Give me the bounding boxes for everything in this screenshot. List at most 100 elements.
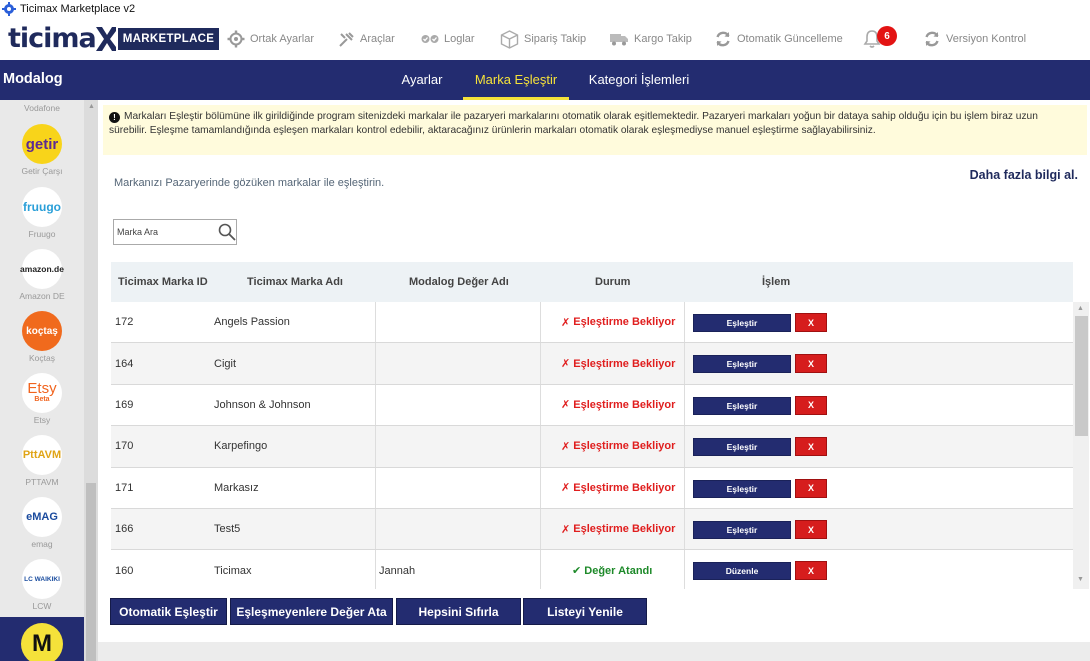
remove-button[interactable]: X: [795, 395, 827, 415]
remove-button[interactable]: X: [795, 437, 827, 457]
remove-button[interactable]: X: [795, 520, 827, 539]
toolbar-label: Sipariş Takip: [524, 33, 587, 45]
table-scrollbar[interactable]: ▲ ▼: [1073, 302, 1089, 589]
cell-id: 166: [115, 523, 134, 536]
toolbar-siparis-takip[interactable]: Sipariş Takip: [500, 18, 586, 60]
toolbar-otomatik-guncelleme[interactable]: Otomatik Güncelleme: [714, 18, 843, 60]
match-button[interactable]: Eşleştir: [693, 521, 791, 539]
sidebar-item-lcw[interactable]: LC WAIKIKI LCW: [0, 559, 84, 611]
toolbar-label: Versiyon Kontrol: [946, 33, 1027, 45]
toolbar-versiyon-kontrol[interactable]: Versiyon Kontrol: [923, 18, 1026, 60]
sidebar-item-etsy[interactable]: Etsy Beta Etsy: [0, 373, 84, 425]
page-subtitle: Markanızı Pazaryerinde gözüken markalar …: [114, 177, 385, 189]
table-row: 169 Johnson & Johnson ✗ Eşleştirme Bekli…: [111, 384, 1073, 427]
edit-button[interactable]: Düzenle: [693, 562, 791, 581]
remove-button[interactable]: X: [795, 313, 827, 332]
toolbar-ortak-ayarlar[interactable]: Ortak Ayarlar: [227, 18, 314, 60]
cell-divider: [684, 343, 685, 384]
etsy-logo-text: Etsy: [27, 380, 57, 397]
scroll-down-icon[interactable]: ▼: [1077, 576, 1084, 583]
sidebar-item-vodafone[interactable]: Vodafone: [0, 103, 84, 113]
sidebar-item-getir[interactable]: getir Getir Çarşı: [0, 124, 84, 176]
truck-icon: [610, 34, 628, 46]
pttavm-logo: PttAVM: [22, 435, 62, 475]
cell-divider: [684, 509, 685, 550]
sidebar-item-label: Getir Çarşı: [21, 166, 63, 176]
remove-button[interactable]: X: [795, 561, 827, 581]
cell-brand-name: Cigit: [214, 357, 237, 370]
status-text: Eşleştirme Bekliyor: [573, 440, 676, 453]
cell-divider: [684, 467, 685, 508]
cell-divider: [375, 467, 376, 508]
sidebar-scroll-thumb[interactable]: [86, 483, 96, 661]
toolbar-araclar[interactable]: Araçlar: [338, 18, 395, 60]
info-text: Markaları Eşleştir bölümüne ilk girildiğ…: [109, 111, 1038, 136]
cell-status: ✗ Eşleştirme Bekliyor: [561, 509, 675, 549]
sidebar-item-label: LCW: [32, 601, 52, 611]
footer-band: [98, 642, 1090, 661]
cell-id: 171: [115, 481, 134, 494]
match-button[interactable]: Eşleştir: [693, 396, 791, 415]
active-tab-indicator: [463, 97, 569, 100]
cell-divider: [540, 509, 541, 550]
cell-divider: [375, 509, 376, 550]
getir-logo: getir: [22, 124, 62, 164]
sidebar-item-emag[interactable]: eMAG emag: [0, 497, 84, 549]
cell-divider: [540, 550, 541, 589]
brand-search-input[interactable]: [117, 224, 215, 240]
tools-icon: [339, 31, 354, 47]
header-brand-name: Ticimax Marka Adı: [247, 276, 343, 288]
cross-icon: ✗: [561, 399, 574, 412]
status-text: Eşleştirme Bekliyor: [573, 481, 676, 494]
cell-id: 160: [115, 564, 134, 577]
sidebar-item-label: Fruugo: [28, 229, 56, 239]
tab-marka-eslestir[interactable]: Marka Eşleştir: [463, 60, 569, 100]
match-button[interactable]: Eşleştir: [693, 355, 791, 374]
reset-all-button[interactable]: Hepsini Sıfırla: [396, 598, 521, 625]
cell-divider: [684, 384, 685, 426]
tab-kategori-islemleri[interactable]: Kategori İşlemleri: [580, 60, 698, 100]
cell-status: ✗ Eşleştirme Bekliyor: [561, 426, 675, 466]
toolbar-loglar[interactable]: Loglar: [421, 18, 475, 60]
marketplace-sidebar: ▲ Vodafone getir Getir Çarşı fruugo Fruu…: [0, 100, 98, 661]
toolbar-label: Kargo Takip: [634, 33, 692, 45]
toolbar-label: Loglar: [444, 33, 475, 45]
logo-x-icon: [95, 27, 116, 51]
sidebar-item-label: Koçtaş: [29, 353, 55, 363]
search-icon[interactable]: [218, 223, 236, 246]
cell-brand-name: Johnson & Johnson: [214, 398, 311, 411]
logo-marketplace-badge: MARKETPLACE: [117, 28, 220, 50]
table-row: 166 Test5 ✗ Eşleştirme Bekliyor Eşleştir…: [111, 509, 1073, 551]
amazon-logo: amazon.de: [20, 249, 64, 289]
cell-value-name: Jannah: [379, 564, 416, 577]
more-info-link[interactable]: Daha fazla bilgi al.: [970, 168, 1078, 182]
sidebar-item-koctas[interactable]: koçtaş Koçtaş: [0, 311, 84, 363]
header-action: İşlem: [762, 276, 791, 288]
table-header: Ticimax Marka ID Ticimax Marka Adı Modal…: [111, 262, 1073, 302]
match-button[interactable]: Eşleştir: [693, 314, 791, 332]
tab-ayarlar[interactable]: Ayarlar: [392, 60, 452, 100]
scroll-up-icon[interactable]: ▲: [1077, 305, 1084, 312]
sidebar-item-fruugo[interactable]: fruugo Fruugo: [0, 187, 84, 239]
fruugo-logo: fruugo: [22, 187, 62, 227]
sidebar-item-amazon-de[interactable]: amazon.de Amazon DE: [0, 249, 84, 301]
match-button[interactable]: Eşleştir: [693, 479, 791, 498]
toolbar-kargo-takip[interactable]: Kargo Takip: [609, 18, 692, 60]
cell-divider: [540, 467, 541, 508]
sidebar-item-pttavm[interactable]: PttAVM PTTAVM: [0, 435, 84, 487]
toolbar-label: Otomatik Güncelleme: [737, 33, 843, 45]
remove-button[interactable]: X: [795, 354, 827, 374]
table-scroll-thumb[interactable]: [1075, 316, 1088, 436]
cell-divider: [540, 343, 541, 384]
cell-divider: [540, 302, 541, 343]
auto-match-button[interactable]: Otomatik Eşleştir: [110, 598, 227, 625]
assign-unmatched-button[interactable]: Eşleşmeyenlere Değer Ata: [230, 598, 393, 625]
match-button[interactable]: Eşleştir: [693, 438, 791, 457]
cell-brand-name: Markasız: [214, 481, 259, 494]
cell-divider: [375, 550, 376, 589]
cell-divider: [684, 550, 685, 589]
table-row: 172 Angels Passion ✗ Eşleştirme Bekliyor…: [111, 302, 1073, 344]
remove-button[interactable]: X: [795, 478, 827, 498]
refresh-list-button[interactable]: Listeyi Yenile: [523, 598, 647, 625]
scroll-up-icon[interactable]: ▲: [88, 103, 95, 110]
